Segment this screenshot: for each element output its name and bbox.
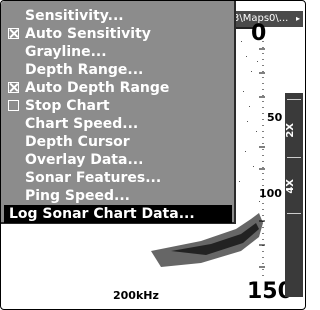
menu-item-label: Log Sonar Chart Data... [9,206,195,222]
sonar-screen: 3\Maps0\... ▸ 0 50 100 150 200kHz 2X 4X … [0,0,306,310]
zoom-divider [287,213,301,214]
menu-item-label: Depth Range... [25,62,144,78]
menu-item-depth-range[interactable]: Depth Range... [1,61,234,79]
menu-item-auto-depth-range[interactable]: Auto Depth Range [1,79,234,97]
depth-ticks [259,48,265,268]
menu-item-grayline[interactable]: Grayline... [1,43,234,61]
menu-item-auto-sensitivity[interactable]: Auto Sensitivity [1,25,234,43]
menu-item-chart-speed[interactable]: Chart Speed... [1,115,234,133]
sonar-noise [239,41,260,202]
checkbox-checked-icon[interactable] [8,28,19,39]
depth-label-mid: 50 [267,111,283,124]
sonar-menu: Sensitivity... Auto Sensitivity Grayline… [1,1,236,224]
menu-item-label: Auto Depth Range [25,80,170,96]
checkbox-checked-icon[interactable] [8,82,19,93]
menu-item-overlay-data[interactable]: Overlay Data... [1,151,234,169]
frequency-label: 200kHz [113,289,159,302]
menu-item-sensitivity[interactable]: Sensitivity... [1,7,234,25]
zoom-divider [287,99,301,100]
menu-item-stop-chart[interactable]: Stop Chart [1,97,234,115]
menu-item-label: Grayline... [25,44,107,60]
depth-label-lower: 100 [259,187,282,200]
menu-item-label: Auto Sensitivity [25,26,151,42]
menu-item-ping-speed[interactable]: Ping Speed... [1,187,234,205]
zoom-2x-label: 2X [285,123,296,138]
menu-item-label: Chart Speed... [25,116,139,132]
zoom-divider [287,157,301,158]
checkbox-unchecked-icon[interactable] [8,100,19,111]
menu-item-label: Depth Cursor [25,134,130,150]
menu-item-label: Sonar Features... [25,170,162,186]
menu-item-log-sonar-chart-data[interactable]: Log Sonar Chart Data... [4,205,232,223]
menu-item-sonar-features[interactable]: Sonar Features... [1,169,234,187]
title-bar: 3\Maps0\... ▸ [231,11,303,27]
zoom-4x-label: 4X [285,179,296,194]
zoom-bar[interactable]: 2X 4X [285,93,303,297]
menu-item-label: Overlay Data... [25,152,144,168]
menu-item-label: Sensitivity... [25,8,124,24]
menu-item-label: Ping Speed... [25,188,130,204]
title-arrow-icon: ▸ [295,14,300,23]
depth-label-top: 0 [251,21,267,46]
menu-item-label: Stop Chart [25,98,110,114]
menu-item-depth-cursor[interactable]: Depth Cursor [1,133,234,151]
